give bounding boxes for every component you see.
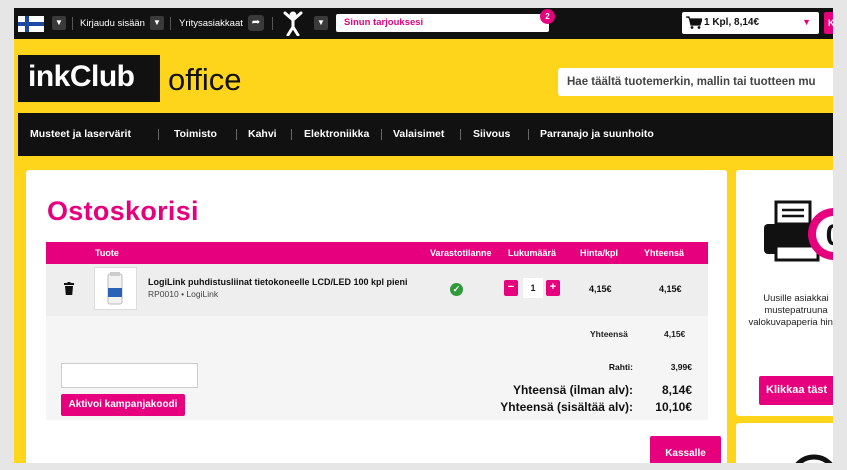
login-dropdown-icon[interactable]: ▼	[150, 16, 164, 30]
language-dropdown-icon[interactable]: ▼	[52, 16, 66, 30]
column-header-total: Yhteensä	[644, 248, 685, 258]
cart-table-header: Tuote Varastotilanne Lukumäärä Hinta/kpl…	[46, 242, 708, 264]
total-incl-vat-label: Yhteensä (sisältää alv):	[500, 400, 633, 414]
nav-item-lighting[interactable]: Valaisimet	[393, 128, 444, 140]
nav-item-office[interactable]: Toimisto	[174, 128, 217, 140]
offers-field[interactable]: Sinun tarjouksesi	[336, 14, 549, 32]
in-stock-check-icon: ✓	[450, 283, 463, 296]
promo-button[interactable]: Klikkaa täst	[759, 376, 833, 405]
nav-item-coffee[interactable]: Kahvi	[248, 128, 277, 140]
page-title: Ostoskorisi	[47, 196, 199, 226]
page-frame: ▼ Kirjaudu sisään ▼ Yritysasiakkaat ➦ ▼ …	[14, 8, 833, 463]
cart-button[interactable]: K	[824, 12, 833, 34]
logo-text: inkClub	[28, 60, 135, 93]
divider	[291, 129, 292, 140]
mini-cart[interactable]: 1 Kpl, 8,14€ ▼	[682, 12, 819, 34]
promo-panel: 0 Uusille asiakkai mustepatruuna valokuv…	[736, 170, 833, 416]
svg-text:0: 0	[826, 219, 833, 252]
activate-campaign-code-button[interactable]: Aktivoi kampanjakoodi	[61, 394, 185, 416]
logo-suffix: office	[168, 62, 242, 97]
divider	[528, 129, 529, 140]
unit-price: 4,15€	[589, 284, 612, 294]
promo-text: Uusille asiakkai mustepatruuna valokuvap…	[748, 293, 833, 328]
top-bar: ▼ Kirjaudu sisään ▼ Yritysasiakkaat ➦ ▼ …	[14, 8, 833, 39]
product-sku: RP0010 • LogiLink	[148, 289, 219, 299]
subtotal-label: Yhteensä	[590, 329, 628, 339]
share-arrow-icon[interactable]: ➦	[248, 15, 264, 31]
trash-icon[interactable]	[64, 282, 74, 295]
divider	[170, 17, 171, 30]
divider	[381, 129, 382, 140]
printer-icon: 0	[764, 200, 833, 262]
column-header-unit-price: Hinta/kpl	[580, 248, 619, 258]
divider	[72, 17, 73, 30]
mascot-icon	[283, 11, 303, 36]
cart-panel: Ostoskorisi Tuote Varastotilanne Lukumää…	[26, 170, 727, 463]
shipping-value: 3,99€	[670, 362, 692, 372]
quantity-decrease-button[interactable]: −	[504, 280, 518, 296]
table-row: LogiLink puhdistusliinat tietokoneelle L…	[46, 264, 708, 316]
total-excl-vat-value: 8,14€	[661, 383, 692, 397]
inkclub-logo[interactable]: inkClub	[18, 55, 160, 102]
column-header-quantity: Lukumäärä	[508, 248, 557, 258]
quantity-increase-button[interactable]: +	[546, 280, 560, 296]
column-header-product: Tuote	[95, 248, 119, 258]
business-link[interactable]: Yritysasiakkaat	[179, 18, 243, 29]
promo-graphic-icon	[795, 454, 833, 463]
shopping-cart-icon	[686, 16, 702, 29]
nav-item-inks[interactable]: Musteet ja laservärit	[30, 128, 131, 140]
line-total: 4,15€	[659, 284, 682, 294]
search-input[interactable]: Hae täältä tuotemerkin, mallin tai tuott…	[558, 68, 833, 96]
login-link[interactable]: Kirjaudu sisään	[80, 18, 145, 29]
finland-flag-icon[interactable]	[18, 16, 44, 32]
quantity-input[interactable]: 1	[523, 278, 543, 298]
campaign-code-input[interactable]	[61, 363, 198, 388]
cart-summary: 1 Kpl, 8,14€	[704, 17, 760, 28]
checkout-button[interactable]: Kassalle	[650, 436, 721, 463]
total-excl-vat-label: Yhteensä (ilman alv):	[512, 383, 633, 397]
nav-item-shaving[interactable]: Parranajo ja suunhoito	[540, 128, 654, 140]
offers-count-badge: 2	[540, 9, 555, 24]
divider	[236, 129, 237, 140]
product-name-link[interactable]: LogiLink puhdistusliinat tietokoneelle L…	[148, 277, 408, 287]
shipping-label: Rahti:	[608, 362, 633, 372]
column-header-stock: Varastotilanne	[430, 248, 492, 258]
nav-item-electronics[interactable]: Elektroniikka	[304, 128, 369, 140]
nav-item-cleaning[interactable]: Siivous	[473, 128, 510, 140]
product-thumbnail[interactable]	[94, 267, 137, 310]
subtotal-value: 4,15€	[664, 329, 686, 339]
chevron-down-icon[interactable]: ▼	[802, 17, 811, 27]
totals-section: Aktivoi kampanjakoodi Rahti: 3,99€ Yhtee…	[46, 350, 708, 420]
subtotal-row: Yhteensä 4,15€	[46, 316, 708, 350]
promo-panel-secondary	[736, 423, 833, 463]
divider	[158, 129, 159, 140]
total-incl-vat-value: 10,10€	[655, 400, 692, 414]
divider	[460, 129, 461, 140]
divider	[272, 17, 273, 30]
mascot-dropdown-icon[interactable]: ▼	[314, 16, 328, 30]
main-navigation: Musteet ja laservärit Toimisto Kahvi Ele…	[18, 113, 833, 156]
